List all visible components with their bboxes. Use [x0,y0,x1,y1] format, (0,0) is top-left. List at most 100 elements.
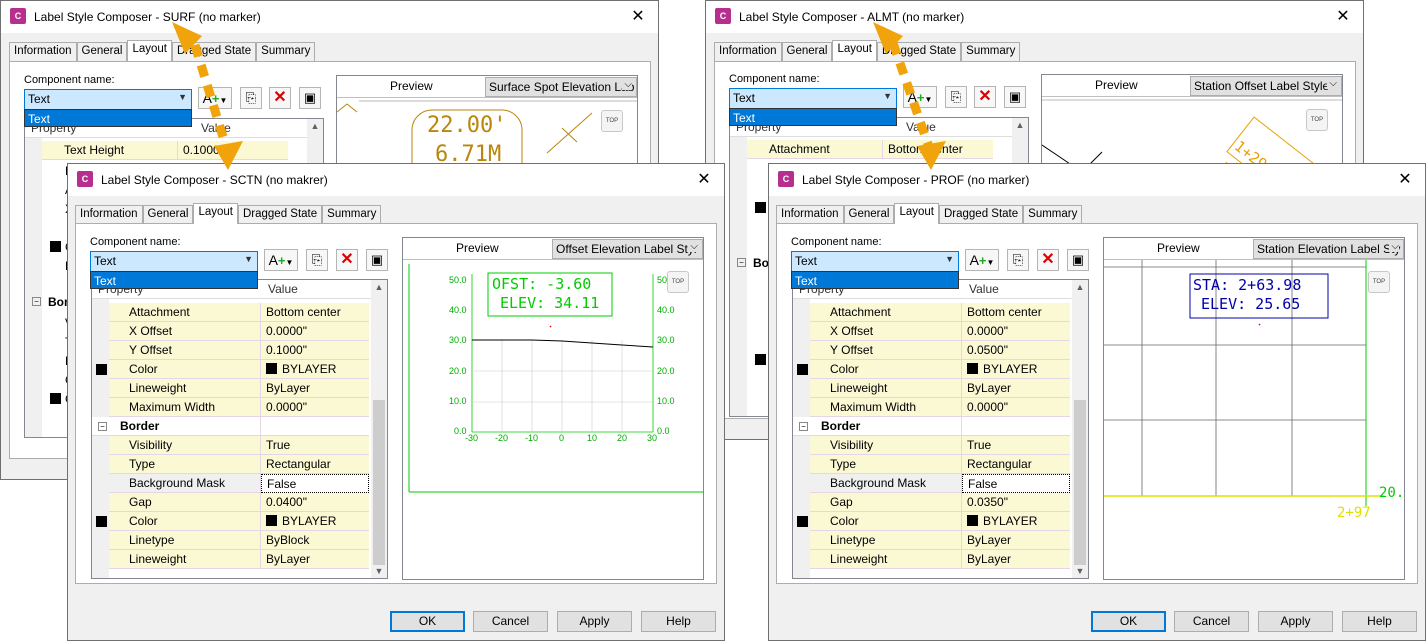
ok-button[interactable]: OK [1091,611,1166,632]
copy-component-icon[interactable]: ⎘ [1007,249,1029,271]
title-bar[interactable]: C Label Style Composer - SURF (no marker… [1,1,658,33]
grid-row-attachment[interactable]: Attachment Bottom center [747,140,993,159]
scroll-up-icon[interactable]: ▲ [1072,282,1088,292]
component-name-combo[interactable]: Text ▼ [24,89,192,110]
help-button[interactable]: Help [1342,611,1417,632]
tab-general[interactable]: General [76,42,128,61]
title-bar[interactable]: C Label Style Composer - ALMT (no marker… [706,1,1363,33]
preview-canvas[interactable]: STA: 2+63.98 ELEV: 25.65 20. 2+97 TOP [1104,260,1404,579]
tab-layout[interactable]: Layout [127,40,172,61]
preview-style-select[interactable]: Station Offset Label Style ⌵ [1190,76,1342,96]
property-value[interactable]: 0.0000" [962,398,1070,417]
property-value[interactable]: 0.0000" [261,398,369,417]
grid-row[interactable]: Lineweight ByLayer [810,379,1070,398]
component-draw-order-icon[interactable]: ▣ [366,249,388,271]
property-value[interactable]: ByLayer [261,379,369,398]
grid-category-row[interactable]: − Border [92,417,369,436]
chevron-down-icon[interactable]: ▼ [244,254,253,264]
property-value[interactable]: BYLAYER [962,360,1070,379]
apply-button[interactable]: Apply [557,611,632,632]
tab-summary[interactable]: Summary [1023,205,1083,224]
scroll-thumb[interactable] [373,400,385,565]
property-value[interactable]: 0.0000" [261,322,369,341]
component-name-combo[interactable]: Text ▼ [90,251,258,272]
grid-row[interactable]: Linetype ByBlock [109,531,369,550]
tab-layout[interactable]: Layout [832,40,877,61]
component-dropdown-option[interactable]: Text [90,271,258,289]
add-text-component-icon[interactable]: A+▼ [198,87,232,109]
tab-information[interactable]: Information [75,205,143,224]
grid-row[interactable]: Visibility True [109,436,369,455]
chevron-down-icon[interactable]: ▼ [178,92,187,102]
delete-component-icon[interactable]: ✕ [1037,249,1059,271]
grid-scrollbar[interactable]: ▲ ▼ [1072,280,1088,578]
component-dropdown-option[interactable]: Text [729,108,897,126]
tab-layout[interactable]: Layout [894,203,939,224]
component-dropdown-option[interactable]: Text [791,271,959,289]
view-cube-top-icon[interactable]: TOP [601,110,623,132]
cancel-button[interactable]: Cancel [473,611,548,632]
property-value[interactable]: 0.1000" [261,341,369,360]
grid-row[interactable]: Color BYLAYER [96,512,369,531]
component-draw-order-icon[interactable]: ▣ [299,87,321,109]
tab-dragged-state[interactable]: Dragged State [938,205,1024,224]
property-value[interactable]: 0.0000" [962,322,1070,341]
add-text-component-icon[interactable]: A+▼ [264,249,298,271]
chevron-down-icon[interactable]: ▼ [883,91,892,101]
grid-row[interactable]: Gap 0.0400" [109,493,369,512]
delete-component-icon[interactable]: ✕ [974,86,996,108]
tab-summary[interactable]: Summary [256,42,316,61]
property-value[interactable]: ByLayer [962,379,1070,398]
property-value[interactable]: False [261,474,369,493]
component-draw-order-icon[interactable]: ▣ [1004,86,1026,108]
grid-row[interactable]: Y Offset 0.1000" [109,341,369,360]
property-value[interactable]: Rectangular [962,455,1070,474]
tab-summary[interactable]: Summary [322,205,382,224]
chevron-down-icon[interactable]: ⌵ [688,241,698,252]
scroll-up-icon[interactable]: ▲ [371,282,387,292]
close-icon[interactable]: ✕ [1333,7,1353,27]
expand-collapse-icon[interactable]: − [32,297,41,306]
tab-information[interactable]: Information [776,205,844,224]
grid-row[interactable]: Type Rectangular [109,455,369,474]
ok-button[interactable]: OK [390,611,465,632]
property-value[interactable]: 0.0500" [962,341,1070,360]
close-icon[interactable]: ✕ [694,170,714,190]
property-value[interactable]: ByLayer [962,531,1070,550]
grid-row[interactable]: Type Rectangular [810,455,1070,474]
tab-general[interactable]: General [843,205,895,224]
property-value[interactable]: 0.0400" [261,493,369,512]
tab-general[interactable]: General [142,205,194,224]
component-draw-order-icon[interactable]: ▣ [1067,249,1089,271]
close-icon[interactable]: ✕ [1395,170,1415,190]
grid-row[interactable]: Maximum Width 0.0000" [810,398,1070,417]
property-value[interactable]: 0.1000" [178,141,288,160]
property-value[interactable]: True [962,436,1070,455]
grid-row[interactable]: Gap 0.0350" [810,493,1070,512]
grid-row[interactable]: Background Mask False [810,474,1070,493]
add-text-component-icon[interactable]: A+▼ [903,86,937,108]
property-value[interactable]: ByLayer [962,550,1070,569]
expand-collapse-icon[interactable]: − [737,258,746,267]
property-value[interactable]: 0.0350" [962,493,1070,512]
delete-component-icon[interactable]: ✕ [269,87,291,109]
grid-row[interactable]: Attachment Bottom center [109,303,369,322]
tab-information[interactable]: Information [9,42,77,61]
property-value[interactable]: ByLayer [261,550,369,569]
title-bar[interactable]: C Label Style Composer - SCTN (no makrer… [68,164,724,196]
view-cube-top-icon[interactable]: TOP [667,271,689,293]
grid-row[interactable]: Color BYLAYER [797,512,1070,531]
property-value[interactable]: Rectangular [261,455,369,474]
grid-row[interactable]: Attachment Bottom center [810,303,1070,322]
tab-general[interactable]: General [781,42,833,61]
tab-dragged-state[interactable]: Dragged State [876,42,962,61]
property-value[interactable]: BYLAYER [261,360,369,379]
component-name-combo[interactable]: Text ▼ [791,251,959,272]
view-cube-top-icon[interactable]: TOP [1368,271,1390,293]
scroll-up-icon[interactable]: ▲ [1012,120,1028,130]
scroll-down-icon[interactable]: ▼ [371,566,387,576]
tab-dragged-state[interactable]: Dragged State [171,42,257,61]
grid-row[interactable]: Background Mask False [109,474,369,493]
tab-summary[interactable]: Summary [961,42,1021,61]
grid-row[interactable]: Visibility True [810,436,1070,455]
